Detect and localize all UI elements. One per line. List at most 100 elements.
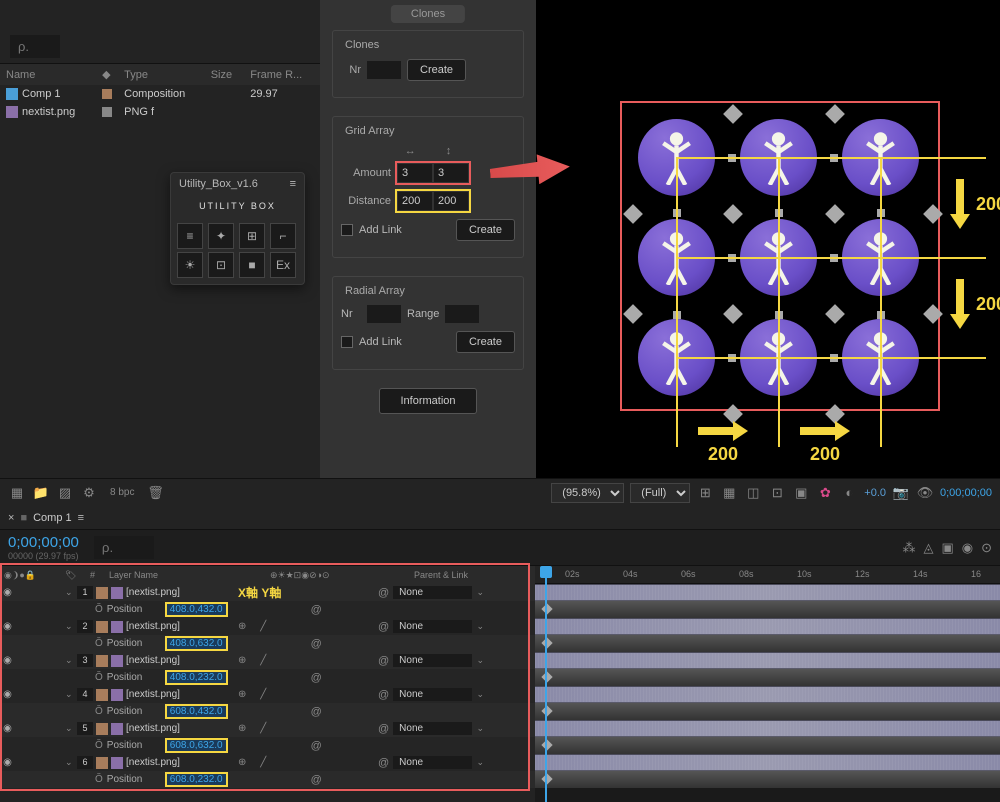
pickwhip-icon[interactable]: @ bbox=[378, 621, 389, 633]
snapshot-icon[interactable]: 📷 bbox=[892, 484, 910, 502]
parent-select[interactable]: None bbox=[393, 722, 472, 735]
visibility-icon[interactable]: ◉ bbox=[0, 621, 15, 632]
pickwhip-icon[interactable]: @ bbox=[378, 655, 389, 667]
utility-sun-icon[interactable]: ☀ bbox=[177, 252, 203, 278]
layer-name[interactable]: [nextist.png] bbox=[126, 587, 234, 598]
collapse-icon[interactable]: ⌄ bbox=[65, 689, 77, 700]
visibility-icon[interactable]: ◉ bbox=[0, 689, 15, 700]
show-snapshot-icon[interactable]: 👁 bbox=[916, 484, 934, 502]
position-value[interactable]: 608.0,632.0 bbox=[167, 740, 226, 751]
position-value[interactable]: 408.0,232.0 bbox=[167, 672, 226, 683]
pickwhip-icon[interactable]: @ bbox=[378, 723, 389, 735]
parent-select[interactable]: None bbox=[393, 620, 472, 633]
layer-name[interactable]: [nextist.png] bbox=[126, 757, 234, 768]
folder-icon[interactable]: 📁 bbox=[32, 484, 50, 502]
layer-name[interactable]: [nextist.png] bbox=[126, 621, 234, 632]
project-item-png[interactable]: nextist.png PNG f bbox=[0, 103, 320, 121]
layer-row[interactable]: ◉ ⌄ 1 [nextist.png] X軸 Y軸 @ None ⌄ bbox=[0, 584, 535, 601]
exposure-value[interactable]: +0.0 bbox=[864, 487, 886, 499]
layer-track-bar[interactable] bbox=[535, 686, 1000, 703]
property-track[interactable] bbox=[535, 635, 1000, 652]
label-color[interactable] bbox=[96, 621, 108, 633]
shy-icon[interactable]: ◬ bbox=[923, 540, 933, 556]
layer-row[interactable]: ◉ ⌄ 3 [nextist.png] ⊕ ╱ @ None ⌄ bbox=[0, 652, 535, 669]
region-icon[interactable]: ⊡ bbox=[768, 484, 786, 502]
position-property-row[interactable]: Ŏ Position 408.0,632.0 @ bbox=[0, 635, 535, 652]
position-property-row[interactable]: Ŏ Position 408.0,232.0 @ bbox=[0, 669, 535, 686]
visibility-icon[interactable]: ◉ bbox=[0, 655, 15, 666]
chevron-down-icon[interactable]: ⌄ bbox=[476, 723, 484, 734]
settings-icon[interactable]: ⚙ bbox=[80, 484, 98, 502]
pickwhip-icon[interactable]: @ bbox=[311, 604, 322, 616]
col-type[interactable]: Type bbox=[118, 64, 205, 86]
clones-nr-input[interactable] bbox=[367, 61, 401, 79]
position-value[interactable]: 608.0,232.0 bbox=[167, 774, 226, 785]
radial-range-input[interactable] bbox=[445, 305, 479, 323]
clones-create-button[interactable]: Create bbox=[407, 59, 466, 81]
pickwhip-icon[interactable]: @ bbox=[378, 757, 389, 769]
exposure-icon[interactable]: ◐ bbox=[840, 484, 858, 502]
timecode[interactable]: 0;00;00;00 bbox=[8, 534, 79, 551]
position-value[interactable]: 408.0,632.0 bbox=[167, 638, 226, 649]
amount-y-input[interactable] bbox=[434, 164, 468, 182]
amount-x-input[interactable] bbox=[398, 164, 432, 182]
collapse-icon[interactable]: ⌄ bbox=[65, 587, 77, 598]
comp-icon[interactable]: ▨ bbox=[56, 484, 74, 502]
position-property-row[interactable]: Ŏ Position 608.0,632.0 @ bbox=[0, 737, 535, 754]
collapse-icon[interactable]: ⌄ bbox=[65, 655, 77, 666]
utility-ex-icon[interactable]: Ex bbox=[270, 252, 296, 278]
collapse-icon[interactable]: ⌄ bbox=[65, 621, 77, 632]
layer-switches[interactable]: ⊕ ╱ bbox=[234, 689, 374, 700]
layer-name[interactable]: [nextist.png] bbox=[126, 723, 234, 734]
time-ruler[interactable]: 02s04s06s08s10s12s14s16 bbox=[535, 566, 1000, 584]
guides-icon[interactable]: ▦ bbox=[720, 484, 738, 502]
information-button[interactable]: Information bbox=[379, 388, 476, 414]
layer-track-bar[interactable] bbox=[535, 618, 1000, 635]
chevron-down-icon[interactable]: ⌄ bbox=[476, 621, 484, 632]
col-size[interactable]: Size bbox=[205, 64, 245, 86]
position-property-row[interactable]: Ŏ Position 408.0,432.0 @ bbox=[0, 601, 535, 618]
utility-box-panel[interactable]: Utility_Box_v1.6 ≡ UTILITY BOX ≡ ✦ ⊞ ⌐ ☀… bbox=[170, 172, 305, 285]
keyframe-icon[interactable] bbox=[541, 773, 552, 784]
timeline-tracks[interactable]: 02s04s06s08s10s12s14s16 bbox=[535, 566, 1000, 802]
bpc-label[interactable]: 8 bpc bbox=[104, 485, 140, 500]
parent-select[interactable]: None bbox=[393, 586, 472, 599]
layer-track-bar[interactable] bbox=[535, 584, 1000, 601]
zoom-select[interactable]: (95.8%) bbox=[551, 483, 624, 503]
chevron-down-icon[interactable]: ⌄ bbox=[476, 655, 484, 666]
stopwatch-icon[interactable]: Ŏ bbox=[95, 638, 103, 649]
position-value[interactable]: 608.0,432.0 bbox=[167, 706, 226, 717]
frame-blend-icon[interactable]: ▣ bbox=[941, 540, 953, 556]
timeline-search-input[interactable] bbox=[94, 536, 154, 559]
layer-row[interactable]: ◉ ⌄ 2 [nextist.png] ⊕ ╱ @ None ⌄ bbox=[0, 618, 535, 635]
utility-squares-icon[interactable]: ⊡ bbox=[208, 252, 234, 278]
close-tab-icon[interactable]: × bbox=[8, 512, 14, 524]
property-track[interactable] bbox=[535, 669, 1000, 686]
chevron-down-icon[interactable]: ⌄ bbox=[476, 587, 484, 598]
layer-track-bar[interactable] bbox=[535, 754, 1000, 771]
trash-icon[interactable]: 🗑 bbox=[146, 484, 164, 502]
chevron-down-icon[interactable]: ⌄ bbox=[476, 689, 484, 700]
label-color[interactable] bbox=[96, 689, 108, 701]
layer-track-bar[interactable] bbox=[535, 652, 1000, 669]
stopwatch-icon[interactable]: Ŏ bbox=[95, 706, 103, 717]
layer-name[interactable]: [nextist.png] bbox=[126, 655, 234, 666]
utility-anchor-icon[interactable]: ✦ bbox=[208, 223, 234, 249]
radial-create-button[interactable]: Create bbox=[456, 331, 515, 353]
pickwhip-icon[interactable]: @ bbox=[311, 638, 322, 650]
utility-align-icon[interactable]: ≡ bbox=[177, 223, 203, 249]
preview-time[interactable]: 0;00;00;00 bbox=[940, 487, 992, 499]
color-mgmt-icon[interactable]: ✿ bbox=[816, 484, 834, 502]
radial-nr-input[interactable] bbox=[367, 305, 401, 323]
collapse-icon[interactable]: ⌄ bbox=[65, 757, 77, 768]
keyframe-icon[interactable] bbox=[541, 671, 552, 682]
distance-x-input[interactable] bbox=[398, 192, 432, 210]
pickwhip-icon[interactable]: @ bbox=[311, 706, 322, 718]
layer-switches[interactable]: ⊕ ╱ bbox=[234, 655, 374, 666]
motion-blur-icon[interactable]: ◉ bbox=[962, 540, 973, 556]
brain-icon[interactable]: ⊙ bbox=[981, 540, 992, 556]
parent-select[interactable]: None bbox=[393, 654, 472, 667]
position-property-row[interactable]: Ŏ Position 608.0,432.0 @ bbox=[0, 703, 535, 720]
visibility-icon[interactable]: ◉ bbox=[0, 723, 15, 734]
property-track[interactable] bbox=[535, 771, 1000, 788]
